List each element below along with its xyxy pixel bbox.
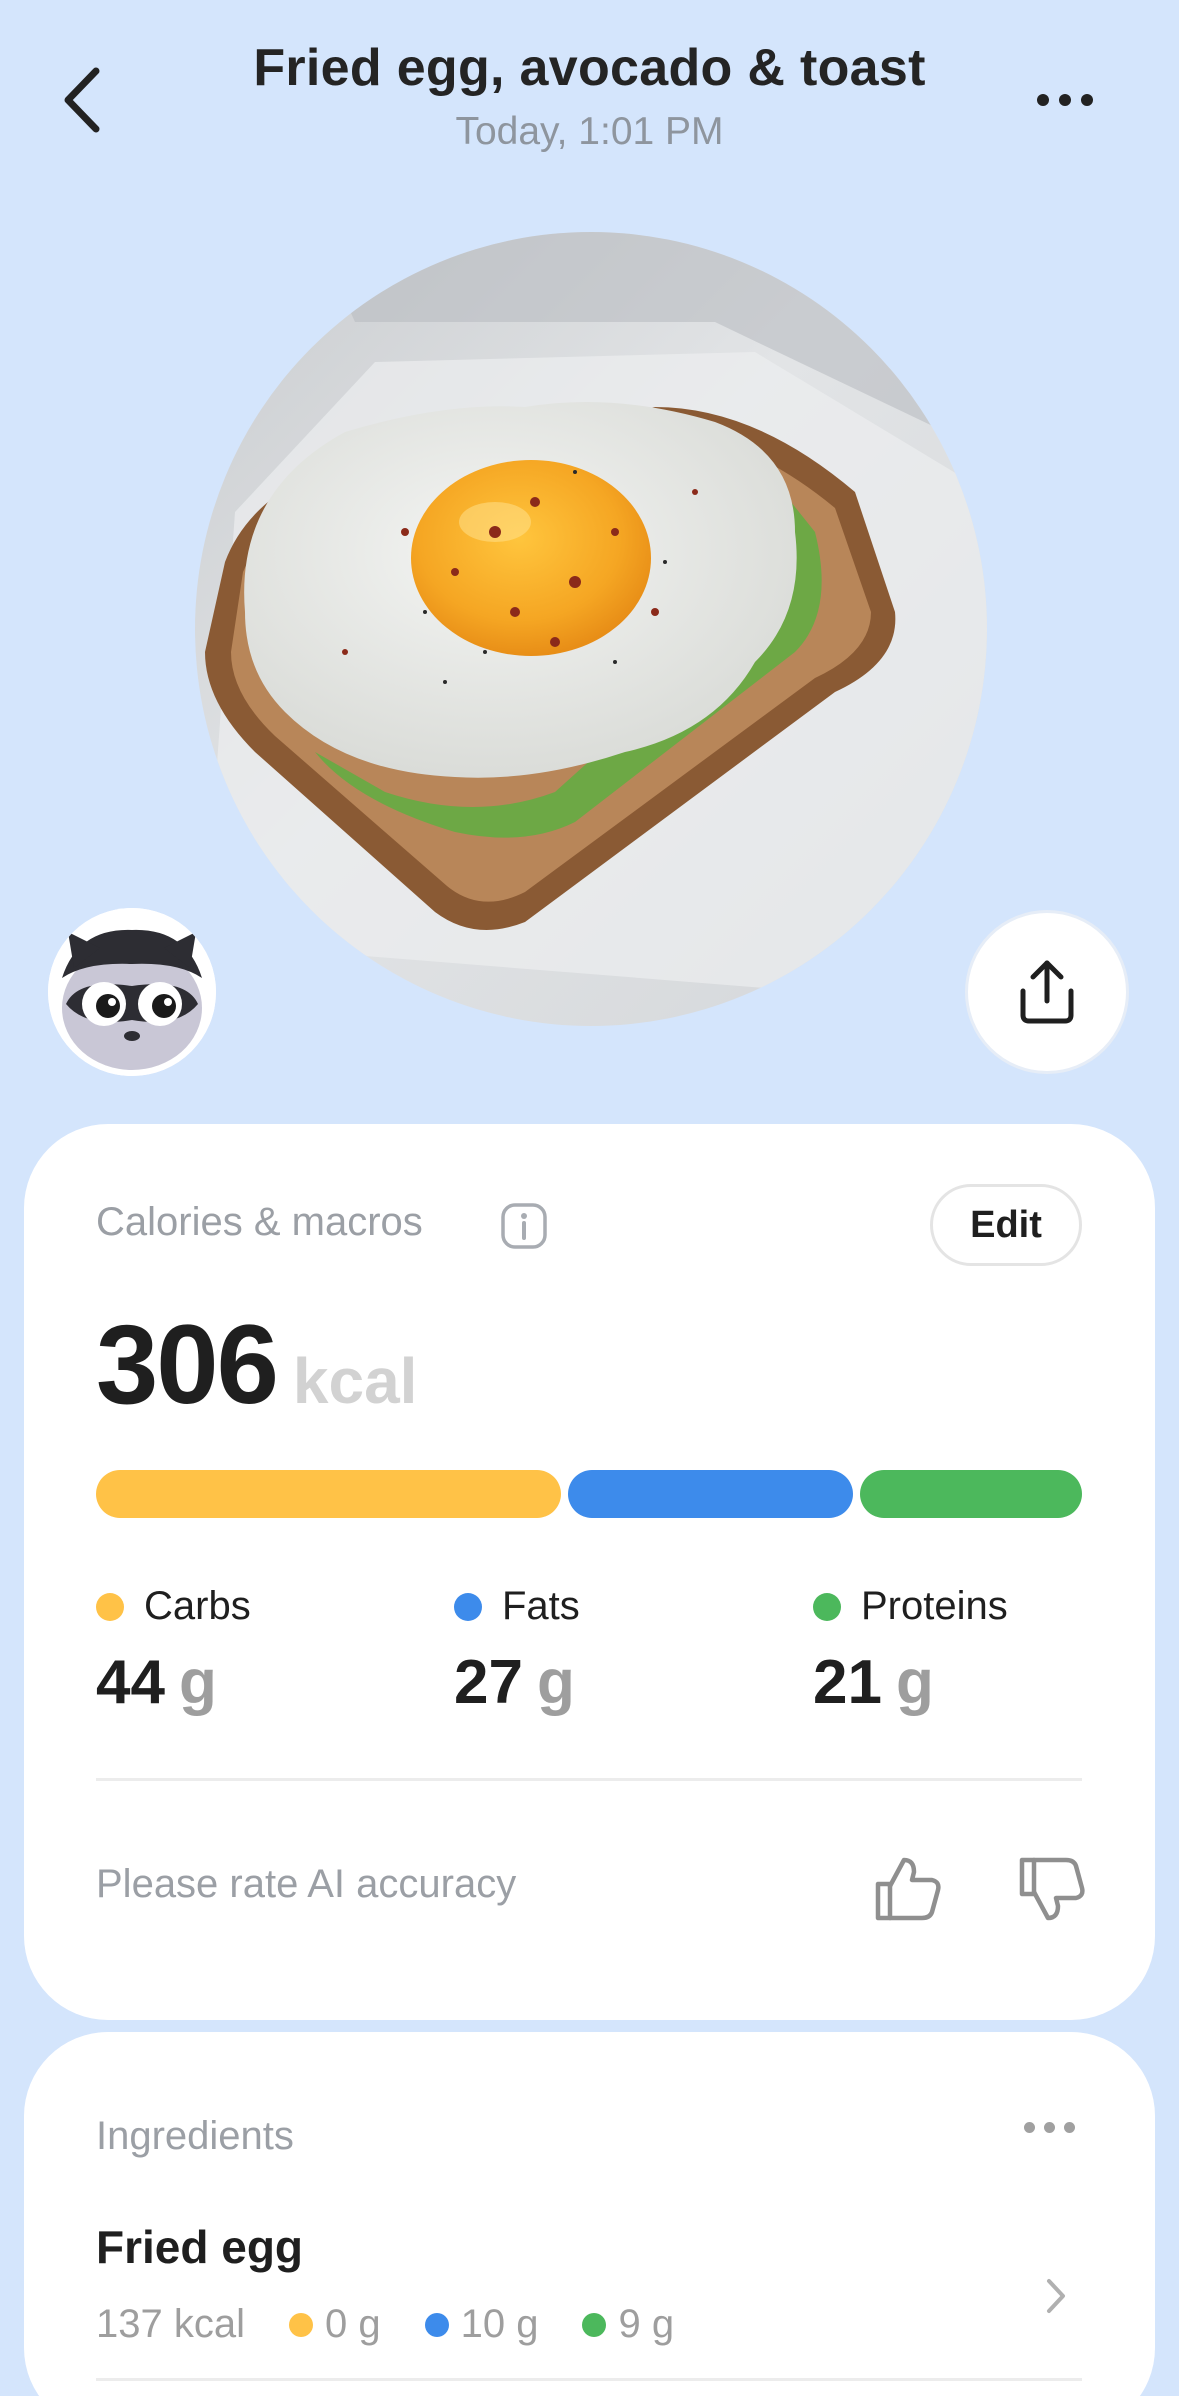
carbs-color-dot [288,2312,313,2337]
ingredients-card: Ingredients Fried egg 137 kcal 0 g 10 g … [24,2032,1155,2396]
proteins-color-dot [582,2312,607,2337]
calories-macros-card: Calories & macros Edit 306 kcal Carbs 44… [24,1124,1155,2020]
macro-bar-segment-fats [567,1470,854,1518]
macro-unit-proteins: g [895,1648,934,1717]
more-horizontal-icon-dot [1064,2122,1075,2133]
ingredient-proteins: 9 g [582,2302,674,2347]
ingredient-fats-value: 10 g [460,2302,539,2346]
macro-value-proteins: 21 [813,1648,882,1717]
share-icon [1020,960,1074,1024]
carbs-color-dot [96,1592,124,1621]
ingredient-name: Fried egg [96,2221,304,2273]
info-icon[interactable] [500,1202,548,1250]
ingredient-carbs-value: 0 g [324,2302,381,2346]
macro-label-carbs: Carbs [144,1584,251,1628]
divider [96,2378,1082,2381]
divider [96,1778,1082,1781]
page-subtitle-timestamp: Today, 1:01 PM [455,110,724,153]
more-horizontal-icon-dot [1044,2122,1055,2133]
ingredient-kcal: 137 kcal [96,2302,245,2346]
macro-bar-segment-proteins [860,1470,1083,1518]
macro-carbs: Carbs 44 g [96,1584,251,1718]
ingredient-nutrition: 137 kcal 0 g 10 g 9 g [96,2302,1082,2347]
more-horizontal-icon [1024,2122,1035,2133]
page-title: Fried egg, avocado & toast [253,39,926,97]
more-horizontal-icon-dot [1081,94,1093,106]
macro-label-proteins: Proteins [861,1584,1008,1628]
calories-unit: kcal [292,1345,418,1417]
ingredient-proteins-value: 9 g [618,2302,675,2346]
share-button[interactable] [965,910,1129,1074]
macro-value-carbs: 44 [96,1648,165,1717]
mascot-avatar[interactable] [48,908,216,1076]
macro-value-fats: 27 [454,1648,523,1717]
food-photo [195,232,987,1026]
section-label-calories-macros: Calories & macros [96,1200,423,1244]
more-options-button[interactable] [1030,78,1100,122]
macro-fats: Fats 27 g [454,1584,580,1718]
ingredient-fats: 10 g [424,2302,539,2347]
macro-unit-carbs: g [178,1648,217,1717]
thumbs-down-icon[interactable] [1014,1852,1088,1926]
calories-value: 306 [96,1302,279,1427]
more-horizontal-icon [1037,94,1049,106]
proteins-color-dot [813,1592,841,1621]
header: Fried egg, avocado & toast Today, 1:01 P… [0,0,1179,180]
chevron-right-icon [1047,2279,1065,2313]
ingredients-more-button[interactable] [1024,2122,1075,2133]
ingredient-carbs: 0 g [288,2302,381,2347]
fats-color-dot [454,1592,482,1621]
macro-bar-segment-carbs [96,1470,561,1518]
macro-unit-fats: g [536,1648,575,1717]
thumbs-up-icon[interactable] [870,1852,944,1926]
section-label-ingredients: Ingredients [96,2114,294,2158]
edit-button[interactable]: Edit [930,1184,1082,1266]
macro-proteins: Proteins 21 g [813,1584,1008,1718]
ingredient-row[interactable]: Fried egg 137 kcal 0 g 10 g 9 g [96,2220,1082,2380]
rate-ai-accuracy-text: Please rate AI accuracy [96,1862,517,1906]
calories-total: 306 kcal [96,1300,417,1429]
macro-label-fats: Fats [502,1584,580,1628]
macro-distribution-bar [96,1470,1083,1518]
more-horizontal-icon-dot [1059,94,1071,106]
fats-color-dot [424,2312,449,2337]
